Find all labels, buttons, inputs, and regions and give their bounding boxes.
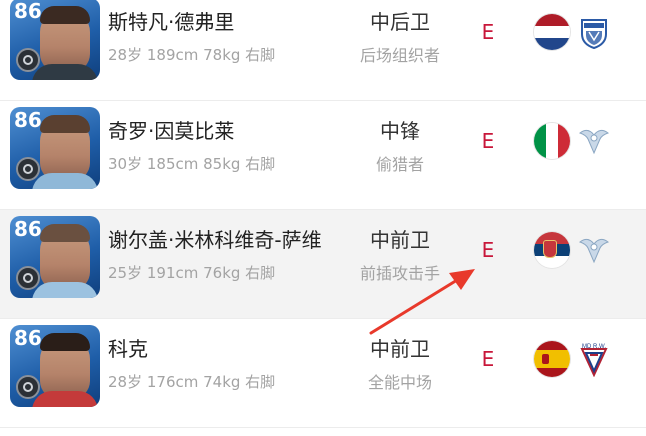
player-name[interactable]: 奇罗·因莫比莱 [108,115,234,144]
player-list: 86 斯特凡·德弗里 28岁 189cm 78kg 右脚 中后卫 后场组织者 E… [0,0,646,436]
player-grade: E [481,347,495,371]
player-rating: 86 [14,0,42,23]
player-role: 前插攻击手 [359,264,440,283]
md-rw-club-icon: MD R.W. [580,344,608,377]
player-role: 后场组织者 [359,46,440,65]
player-row[interactable]: 86 谢尔盖·米林科维奇-萨维 25岁 191cm 76kg 右脚 中前卫 前插… [0,210,646,319]
player-type-badge-icon [16,157,40,181]
player-meta: 25岁 191cm 76kg 右脚 [108,264,276,282]
serbia-flag-icon [534,232,570,268]
player-meta: 30岁 185cm 85kg 右脚 [108,155,276,173]
netherlands-flag-icon [534,14,570,50]
player-type-badge-icon [16,48,40,72]
player-name[interactable]: 斯特凡·德弗里 [108,6,234,35]
player-row[interactable]: 86 奇罗·因莫比莱 30岁 185cm 85kg 右脚 中锋 偷猎者 E [0,101,646,210]
lazio-eagle-icon [578,238,610,264]
player-grade: E [481,238,495,262]
player-rating: 86 [14,108,42,132]
player-meta: 28岁 176cm 74kg 右脚 [108,373,276,391]
player-meta: 28岁 189cm 78kg 右脚 [108,46,276,64]
player-row[interactable]: 86 科克 28岁 176cm 74kg 右脚 中前卫 全能中场 E MD R.… [0,319,646,428]
club-crest-text: MD R.W. [582,344,606,350]
player-row[interactable]: 86 斯特凡·德弗里 28岁 189cm 78kg 右脚 中后卫 后场组织者 E [0,0,646,101]
player-card[interactable]: 86 [10,216,100,298]
spain-flag-icon [534,341,570,377]
player-type-badge-icon [16,266,40,290]
player-card[interactable]: 86 [10,107,100,189]
player-name[interactable]: 谢尔盖·米林科维奇-萨维 [108,224,322,253]
player-rating: 86 [14,217,42,241]
player-card[interactable]: 86 [10,325,100,407]
player-role: 偷猎者 [375,155,424,174]
player-rating: 86 [14,326,42,350]
player-position: 中后卫 [370,10,430,34]
lazio-style-shield-icon [581,19,607,50]
player-role: 全能中场 [367,373,432,392]
player-position: 中前卫 [370,337,430,361]
player-type-badge-icon [16,375,40,399]
player-grade: E [481,129,495,153]
italy-flag-icon [534,123,570,159]
player-position: 中锋 [380,119,420,143]
lazio-eagle-icon [578,129,610,155]
player-position: 中前卫 [370,228,430,252]
player-name[interactable]: 科克 [108,333,148,362]
player-grade: E [481,20,495,44]
player-card[interactable]: 86 [10,0,100,80]
